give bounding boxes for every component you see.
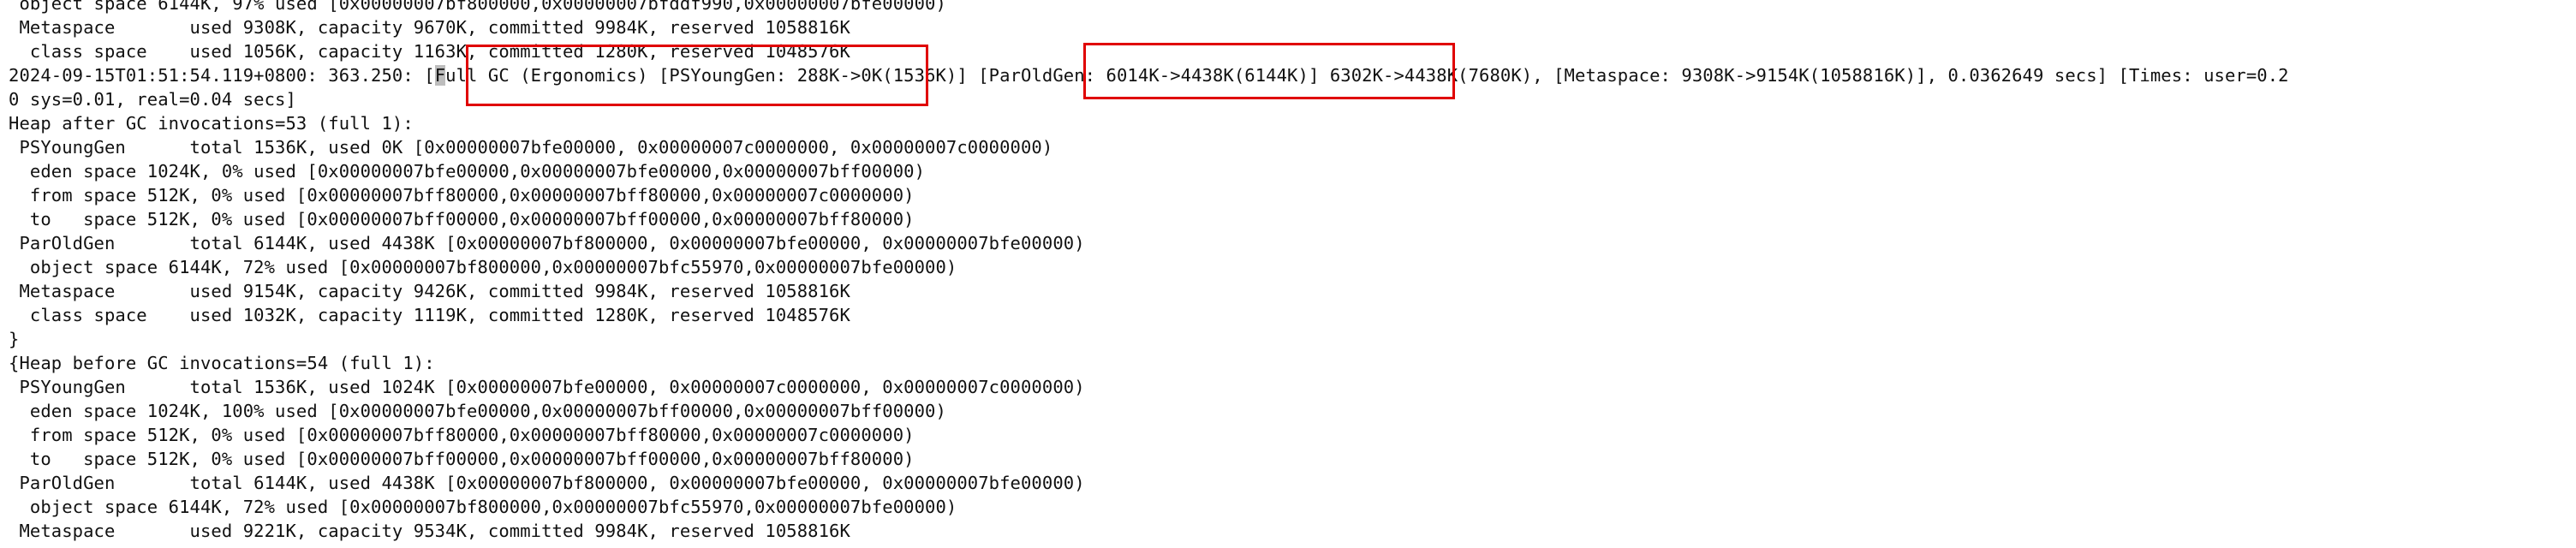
log-line: eden space 1024K, 100% used [0x00000007b… — [9, 401, 946, 421]
log-line: object space 6144K, 72% used [0x00000007… — [9, 497, 957, 517]
log-line-suffix: ull GC (Ergonomics) [PSYoungGen: 288K->0… — [445, 65, 2289, 86]
text-cursor: F — [434, 65, 446, 86]
terminal-output[interactable]: object space 6144K, 97% used [0x00000007… — [0, 0, 2576, 548]
log-line: PSYoungGen total 1536K, used 0K [0x00000… — [9, 137, 1053, 158]
log-line: eden space 1024K, 0% used [0x00000007bfe… — [9, 161, 926, 182]
log-line: } — [9, 329, 20, 349]
log-line: from space 512K, 0% used [0x00000007bff8… — [9, 185, 915, 206]
gc-log-lines: object space 6144K, 97% used [0x00000007… — [9, 0, 2576, 543]
log-line: Metaspace used 9154K, capacity 9426K, co… — [9, 281, 850, 301]
log-line: class space used 1056K, capacity 1163K, … — [9, 41, 850, 62]
log-line: object space 6144K, 72% used [0x00000007… — [9, 257, 957, 277]
log-line: {Heap before GC invocations=54 (full 1): — [9, 353, 435, 373]
log-line: PSYoungGen total 1536K, used 1024K [0x00… — [9, 377, 1085, 397]
log-line: 0 sys=0.01, real=0.04 secs] — [9, 89, 296, 110]
log-line: Metaspace used 9221K, capacity 9534K, co… — [9, 521, 850, 541]
log-line: class space used 1032K, capacity 1119K, … — [9, 305, 850, 325]
log-line: from space 512K, 0% used [0x00000007bff8… — [9, 425, 915, 445]
log-line: Metaspace used 9308K, capacity 9670K, co… — [9, 17, 850, 38]
log-line: to space 512K, 0% used [0x00000007bff000… — [9, 209, 915, 229]
log-line: Heap after GC invocations=53 (full 1): — [9, 113, 414, 134]
log-line: to space 512K, 0% used [0x00000007bff000… — [9, 449, 915, 469]
log-line-prefix: 2024-09-15T01:51:54.119+0800: 363.250: [ — [9, 65, 435, 86]
log-line: ParOldGen total 6144K, used 4438K [0x000… — [9, 473, 1085, 493]
log-line: ParOldGen total 6144K, used 4438K [0x000… — [9, 233, 1085, 253]
log-line: 2024-09-15T01:51:54.119+0800: 363.250: [… — [9, 63, 2576, 87]
log-line: object space 6144K, 97% used [0x00000007… — [9, 0, 946, 14]
